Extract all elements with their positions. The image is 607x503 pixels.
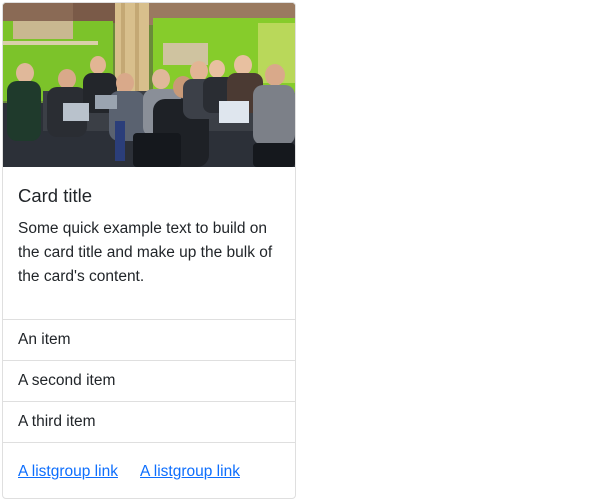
list-item: A second item: [3, 360, 295, 401]
list-item: An item: [3, 319, 295, 360]
card-image: [3, 3, 295, 167]
list-group: An item A second item A third item: [3, 319, 295, 442]
card-title: Card title: [18, 185, 93, 206]
list-item: A third item: [3, 401, 295, 442]
card-photo: [3, 3, 295, 167]
card-text: Some quick example text to build on the …: [18, 220, 273, 285]
card-links: A listgroup link A listgroup link: [3, 442, 295, 498]
card: Card title Some quick example text to bu…: [2, 2, 296, 499]
card-link-2[interactable]: A listgroup link: [140, 463, 240, 481]
card-link-1[interactable]: A listgroup link: [18, 463, 118, 481]
